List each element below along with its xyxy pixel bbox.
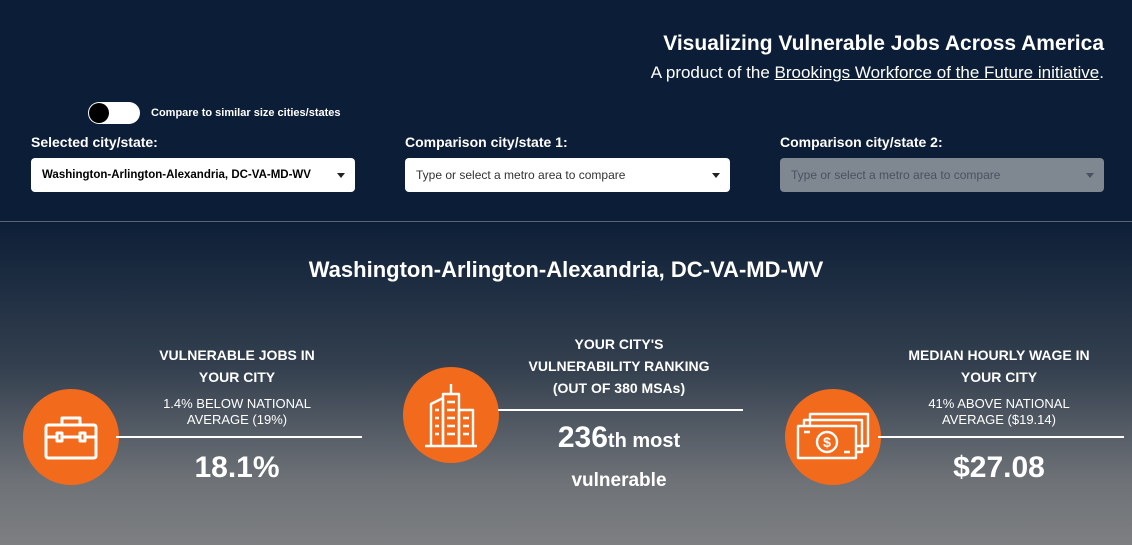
compare-similar-label: Compare to similar size cities/states [151,107,341,119]
comparison-2-placeholder: Type or select a metro area to compare [791,168,1001,182]
ranking-suffix: th most [607,430,681,452]
ranking-value: 236th most [498,421,740,455]
compare-similar-toggle[interactable] [88,102,140,124]
selected-city-select[interactable]: Washington-Arlington-Alexandria, DC-VA-M… [31,158,355,192]
comparison-2-label: Comparison city/state 2: [780,134,943,150]
subtitle-prefix: A product of the [650,63,775,82]
metro-title: Washington-Arlington-Alexandria, DC-VA-M… [308,257,824,282]
comparison-2-select: Type or select a metro area to compare [780,158,1104,192]
comparison-line: 1.4% BELOW NATIONAL [163,396,311,411]
heading-line: (OUT OF 380 MSAs) [552,380,686,396]
svg-text:$: $ [823,434,831,450]
comparison-1-placeholder: Type or select a metro area to compare [416,168,626,182]
heading-line: MEDIAN HOURLY WAGE IN [908,347,1090,363]
stats-panel: Washington-Arlington-Alexandria, DC-VA-M… [0,223,1132,545]
heading-line: YOUR CITY [960,369,1038,385]
page-subtitle: A product of the Brookings Workforce of … [651,63,1104,83]
vulnerable-jobs-comparison: 1.4% BELOW NATIONAL AVERAGE (19%) [116,396,358,428]
wage-heading: MEDIAN HOURLY WAGE IN YOUR CITY [878,344,1120,388]
comparison-1-select[interactable]: Type or select a metro area to compare [405,158,730,192]
city-buildings-icon [403,367,499,463]
comparison-line: 41% ABOVE NATIONAL [928,396,1070,411]
workforce-initiative-link[interactable]: Brookings Workforce of the Future initia… [775,63,1100,82]
subtitle-suffix: . [1099,63,1104,82]
chevron-down-icon [1086,173,1094,178]
toggle-knob [89,103,109,123]
chevron-down-icon [337,173,345,178]
briefcase-icon [23,389,119,485]
comparison-1-label: Comparison city/state 1: [405,134,568,150]
heading-line: VULNERABILITY RANKING [528,358,710,374]
page-title: Visualizing Vulnerable Jobs Across Ameri… [663,32,1104,55]
header-panel: Visualizing Vulnerable Jobs Across Ameri… [0,0,1132,222]
money-bills-icon: $ [785,389,881,485]
divider [878,436,1124,438]
ranking-value-line2: vulnerable [571,470,667,491]
heading-line: YOUR CITY'S [574,336,664,352]
wage-comparison: 41% ABOVE NATIONAL AVERAGE ($19.14) [878,396,1120,428]
selected-city-label: Selected city/state: [31,134,158,150]
selected-city-value: Washington-Arlington-Alexandria, DC-VA-M… [42,169,311,181]
ranking-number: 236 [557,421,608,454]
vulnerable-jobs-heading: VULNERABLE JOBS IN YOUR CITY [116,344,358,388]
divider [498,409,743,411]
vulnerable-jobs-value: 18.1% [194,451,280,484]
heading-line: VULNERABLE JOBS IN [159,347,315,363]
ranking-heading: YOUR CITY'S VULNERABILITY RANKING (OUT O… [498,333,740,399]
comparison-line: AVERAGE (19%) [186,412,288,427]
comparison-line: AVERAGE ($19.14) [942,412,1056,427]
divider [116,436,362,438]
wage-value: $27.08 [953,451,1045,484]
chevron-down-icon [712,173,720,178]
heading-line: YOUR CITY [198,369,276,385]
